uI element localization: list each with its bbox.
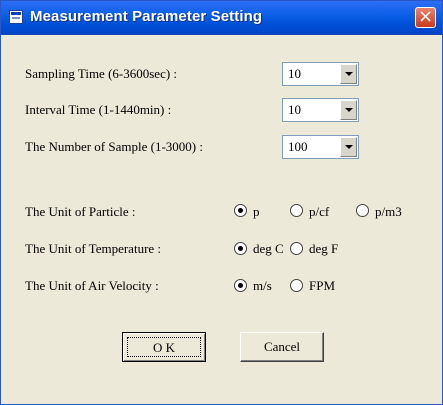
interval-time-value: 10 <box>288 102 301 117</box>
chevron-down-icon[interactable] <box>340 137 357 157</box>
interval-time-select[interactable]: 10 <box>282 98 359 122</box>
sample-count-value: 100 <box>288 139 308 154</box>
cancel-button[interactable]: Cancel <box>240 332 324 362</box>
radio-particle-p[interactable] <box>234 204 247 217</box>
radio-particle-pm3[interactable] <box>356 204 369 217</box>
temperature-unit-label: The Unit of Temperature : <box>25 241 162 256</box>
sampling-time-value: 10 <box>288 66 301 81</box>
radio-particle-pcf-label[interactable]: p/cf <box>309 204 329 220</box>
radio-particle-pm3-label[interactable]: p/m3 <box>375 204 402 220</box>
title-bar[interactable]: Measurement Parameter Setting × <box>1 1 442 35</box>
radio-particle-pcf[interactable] <box>290 204 303 217</box>
chevron-down-icon[interactable] <box>340 64 357 84</box>
particle-unit-label: The Unit of Particle : <box>25 204 136 219</box>
radio-velocity-fpm-label[interactable]: FPM <box>309 278 335 294</box>
radio-temp-degc[interactable] <box>234 242 247 255</box>
window-icon <box>9 10 23 24</box>
radio-temp-degc-label[interactable]: deg C <box>253 241 284 257</box>
sampling-time-label: Sampling Time (6-3600sec) : <box>25 66 178 81</box>
chevron-down-icon[interactable] <box>340 100 357 120</box>
air-velocity-unit-label: The Unit of Air Velocity : <box>25 278 159 293</box>
interval-time-label: Interval Time (1-1440min) : <box>25 102 172 117</box>
ok-button[interactable]: O K <box>122 332 206 362</box>
radio-particle-p-label[interactable]: p <box>253 204 260 220</box>
sample-count-label: The Number of Sample (1-3000) : <box>25 139 203 154</box>
ok-button-label: O K <box>127 337 201 357</box>
close-button[interactable]: × <box>415 7 436 28</box>
radio-temp-degf[interactable] <box>290 242 303 255</box>
sample-count-select[interactable]: 100 <box>282 135 359 159</box>
radio-temp-degf-label[interactable]: deg F <box>309 241 338 257</box>
radio-velocity-ms-label[interactable]: m/s <box>253 278 272 294</box>
dialog-title: Measurement Parameter Setting <box>30 8 263 25</box>
radio-velocity-ms[interactable] <box>234 279 247 292</box>
radio-velocity-fpm[interactable] <box>290 279 303 292</box>
sampling-time-select[interactable]: 10 <box>282 62 359 86</box>
measurement-parameter-dialog: Measurement Parameter Setting × Sampling… <box>0 0 443 405</box>
